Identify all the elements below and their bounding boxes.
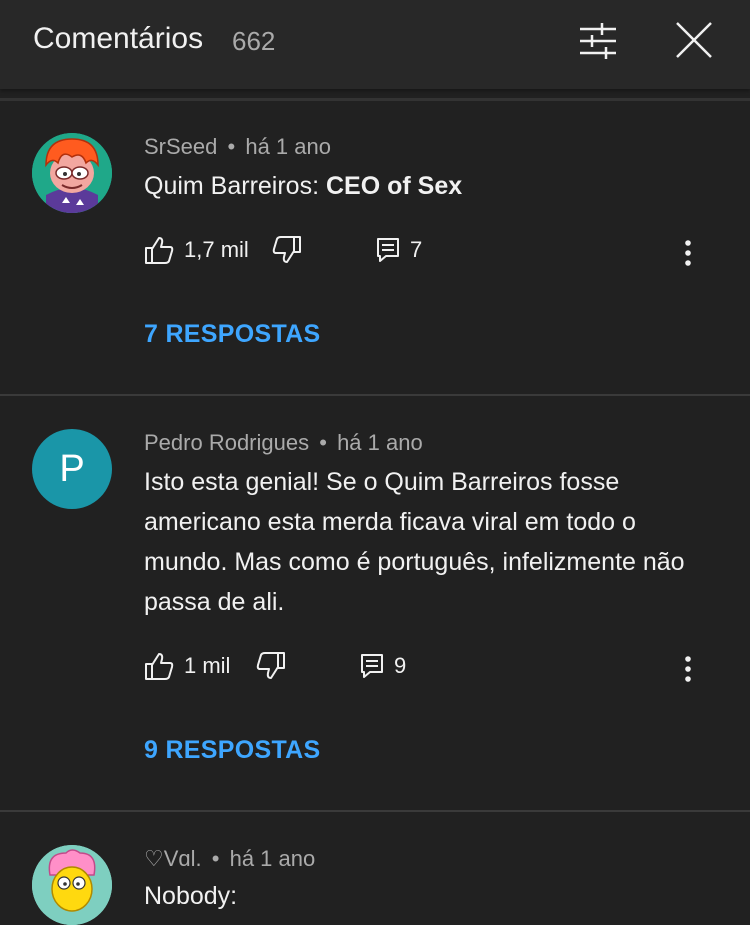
comment-text: Quim Barreiros: CEO of Sex (144, 166, 724, 206)
reply-count: 9 (394, 653, 407, 678)
like-count: 1,7 mil (184, 237, 249, 262)
dislike-button[interactable] (256, 648, 286, 684)
like-icon (145, 653, 174, 680)
author-name[interactable]: ♡Vɑl. (144, 846, 202, 871)
like-icon (145, 237, 174, 264)
more-vert-icon (685, 656, 691, 682)
comment-divider (0, 394, 750, 396)
comment-time[interactable]: há 1 ano (230, 846, 316, 871)
avatar[interactable] (32, 845, 112, 925)
meta-separator: • (319, 430, 327, 455)
meta-separator: • (211, 846, 220, 871)
view-replies-button[interactable]: 7 RESPOSTAS (144, 320, 321, 349)
comments-header: Comentários 662 (0, 0, 750, 89)
dislike-button[interactable] (272, 232, 302, 268)
view-replies-button[interactable]: 9 RESPOSTAS (144, 736, 321, 765)
comment-actions: 1 mil 9 (144, 648, 724, 688)
avatar[interactable]: P (32, 429, 112, 509)
author-name[interactable]: Pedro Rodrigues (144, 430, 309, 455)
comment-meta: ♡Vɑl. • há 1 ano (144, 846, 315, 872)
like-button[interactable]: 1 mil (144, 648, 230, 684)
meta-separator: • (227, 134, 236, 159)
cartoon-avatar-icon (32, 133, 112, 213)
comment-text: Isto esta genial! Se o Quim Barreiros fo… (144, 468, 685, 616)
comment-time[interactable]: há 1 ano (245, 134, 331, 159)
comment-divider (0, 810, 750, 812)
comments-count: 662 (232, 26, 276, 56)
close-icon (676, 22, 712, 58)
like-button[interactable]: 1,7 mil (144, 232, 249, 268)
avatar[interactable] (32, 133, 112, 213)
comment-meta: SrSeed • há 1 ano (144, 134, 331, 160)
comment-text-plain: Quim Barreiros: (144, 172, 326, 200)
dislike-icon (256, 652, 285, 679)
more-vert-icon (685, 240, 691, 266)
author-name[interactable]: SrSeed (144, 134, 217, 159)
comment-meta: Pedro Rodrigues • há 1 ano (144, 430, 423, 456)
reply-count: 7 (410, 237, 423, 262)
filter-icon (580, 23, 616, 59)
reply-icon (377, 238, 399, 262)
comments-title: Comentários (33, 22, 204, 55)
like-count: 1 mil (184, 653, 231, 678)
reply-icon (361, 654, 383, 678)
cartoon-avatar-icon (32, 845, 112, 925)
dislike-icon (272, 236, 301, 263)
comment-text: Nobody: (144, 882, 238, 910)
more-options-button[interactable] (678, 238, 698, 268)
close-button[interactable] (674, 20, 714, 60)
header-divider (0, 98, 750, 101)
comment-actions: 1,7 mil 7 (144, 232, 724, 272)
filter-button[interactable] (578, 22, 618, 60)
reply-button[interactable]: 9 (360, 648, 406, 684)
avatar-letter: P (59, 447, 85, 490)
comment-text-bold: CEO of Sex (325, 172, 463, 200)
reply-button[interactable]: 7 (376, 232, 422, 268)
more-options-button[interactable] (678, 654, 698, 684)
comment-time[interactable]: há 1 ano (337, 430, 423, 455)
